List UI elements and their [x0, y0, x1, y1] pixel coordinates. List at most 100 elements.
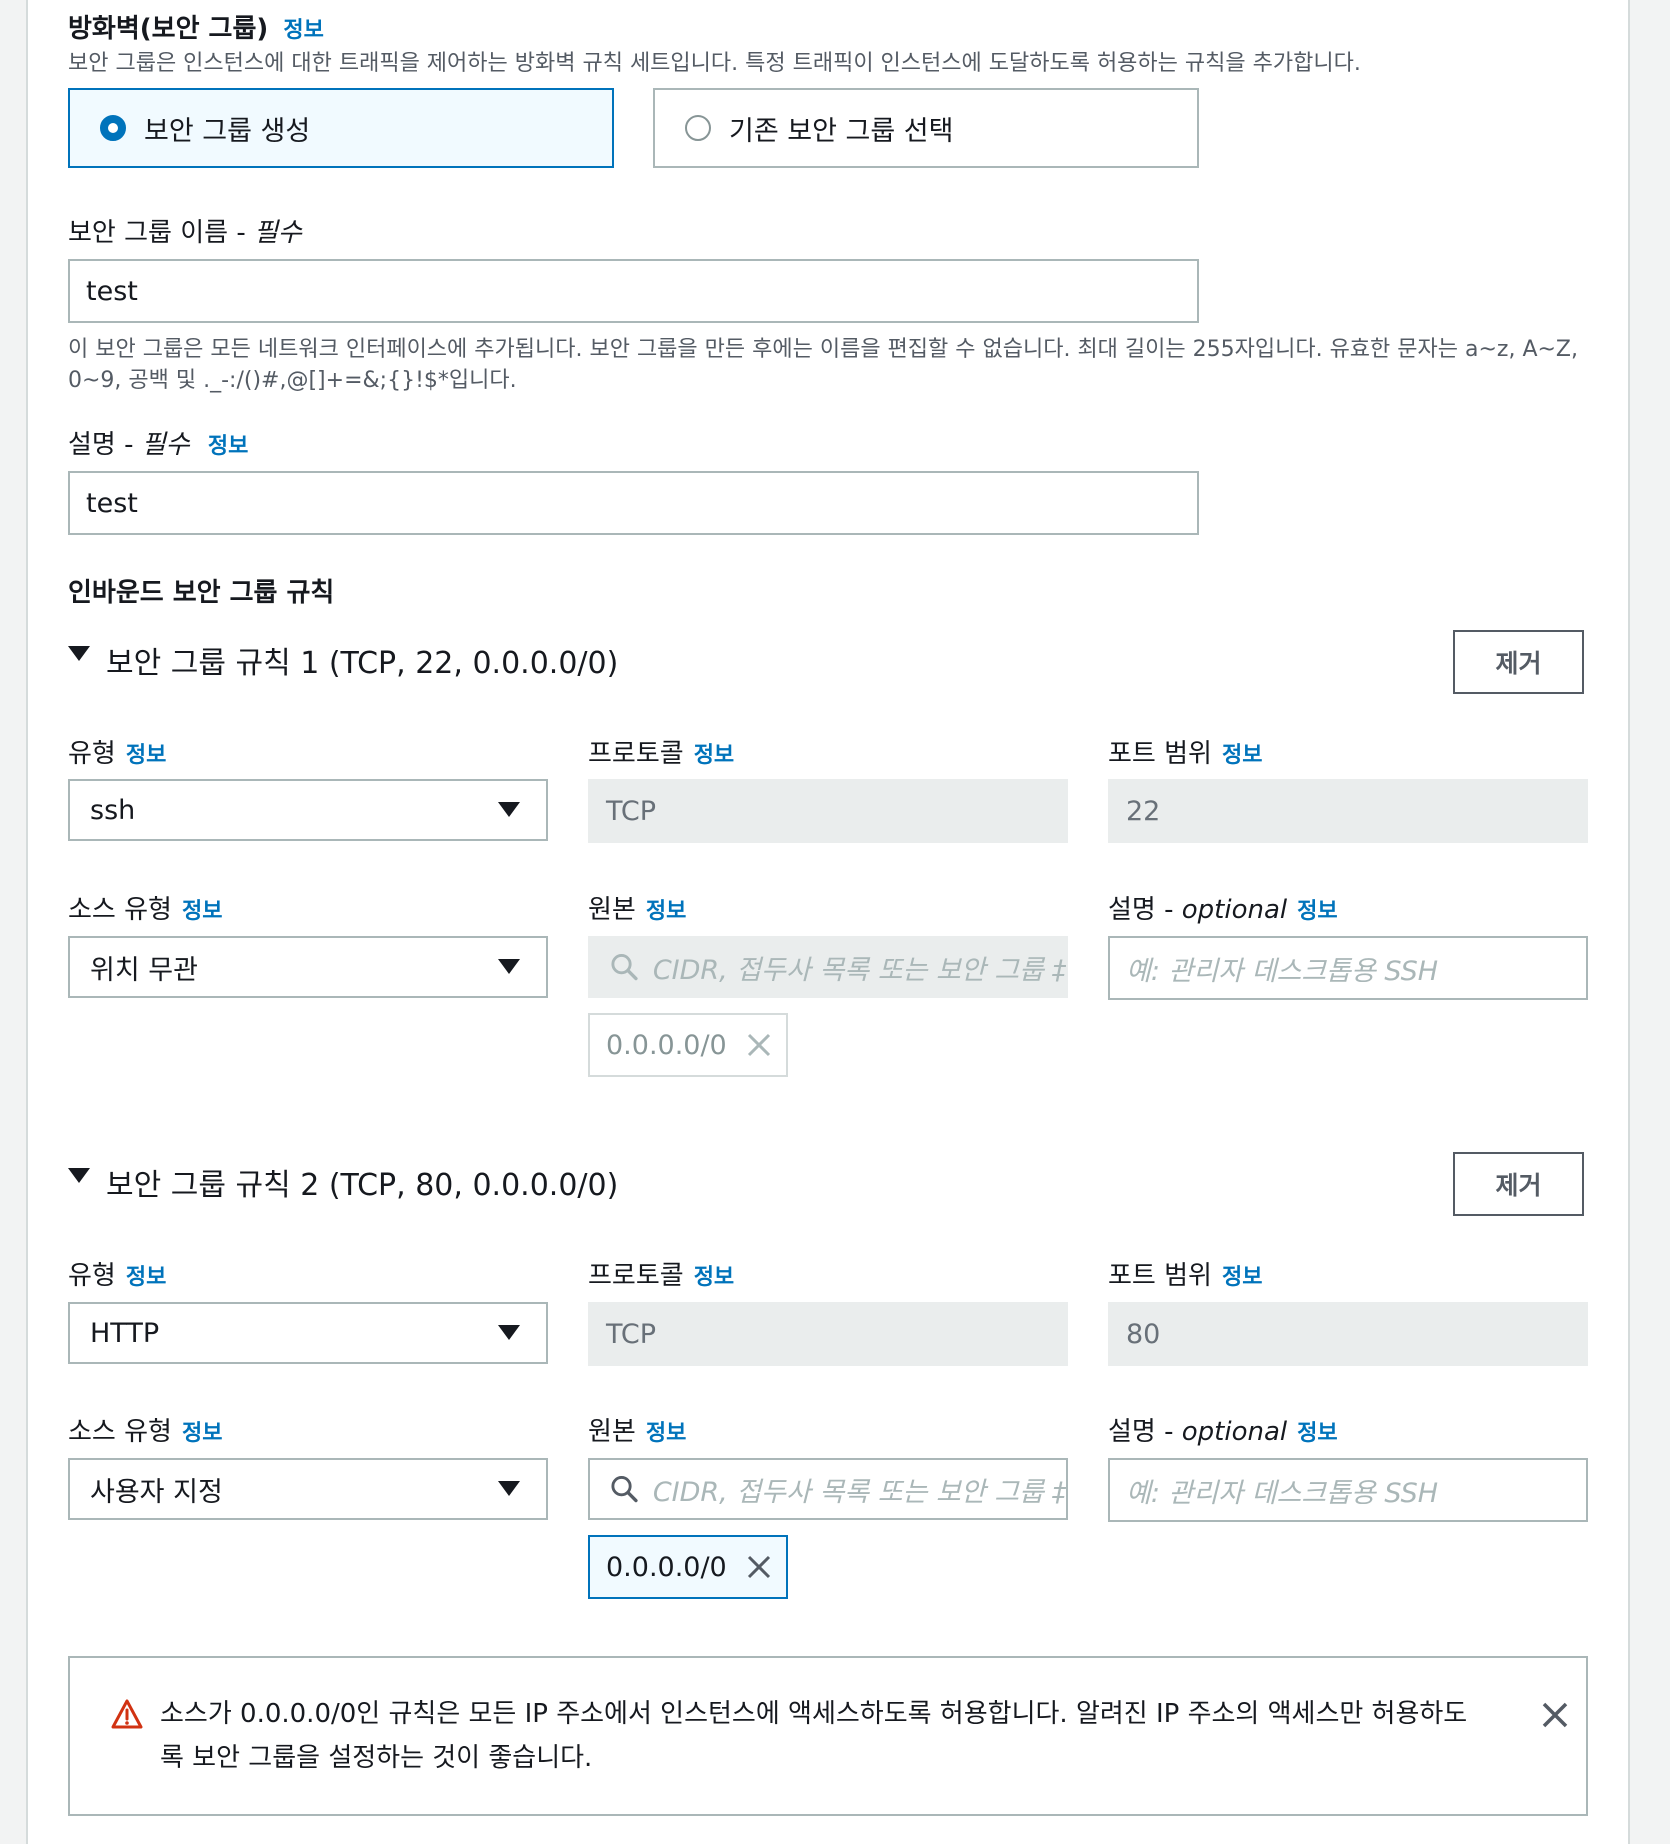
rule-1-cidr-value: 0.0.0.0/0	[606, 1029, 727, 1061]
security-group-panel: 방화벽(보안 그룹) 정보 보안 그룹은 인스턴스에 대한 트래픽을 제어하는 …	[26, 0, 1630, 1844]
optional-text: optional	[1181, 895, 1288, 925]
warning-text: 소스가 0.0.0.0/0인 규칙은 모든 IP 주소에서 인스턴스에 액세스하…	[160, 1692, 1467, 1780]
firewall-info-link[interactable]: 정보	[283, 18, 323, 43]
source-type-info-link[interactable]: 정보	[182, 899, 222, 924]
inbound-rules-title: 인바운드 보안 그룹 규칙	[68, 578, 335, 608]
rule-2-header[interactable]: 보안 그룹 규칙 2 (TCP, 80, 0.0.0.0/0)	[68, 1160, 618, 1204]
rule-1-type-label: 유형 정보	[68, 733, 166, 770]
dismiss-close-icon[interactable]	[1540, 1700, 1570, 1730]
search-icon	[611, 954, 638, 981]
rule-1-type-select[interactable]: ssh	[68, 779, 548, 841]
rule-2-source-type-select[interactable]: 사용자 지정	[68, 1458, 548, 1520]
rule-2-source-type-value: 사용자 지정	[90, 1476, 223, 1508]
sg-desc-info-link[interactable]: 정보	[208, 434, 248, 459]
port-info-link[interactable]: 정보	[1222, 1265, 1262, 1290]
existing-radio[interactable]	[685, 115, 711, 141]
desc-label-text: 설명 -	[1108, 895, 1182, 925]
source-info-link[interactable]: 정보	[646, 1421, 686, 1446]
rule-1-source-type-select[interactable]: 위치 무관	[68, 936, 548, 998]
rule-2-source-placeholder: CIDR, 접두사 목록 또는 보안 그룹 ‡	[652, 1476, 1066, 1508]
rule-1-port-label: 포트 범위 정보	[1108, 733, 1262, 770]
rule-2-title: 보안 그룹 규칙 2 (TCP, 80, 0.0.0.0/0)	[106, 1168, 619, 1203]
protocol-label-text: 프로토콜	[588, 739, 684, 769]
firewall-title: 방화벽(보안 그룹)	[68, 14, 269, 44]
rule-2-source-type-label: 소스 유형 정보	[68, 1411, 222, 1448]
rule-2-desc-placeholder: 예: 관리자 데스크톱용 SSH	[1126, 1477, 1439, 1509]
caret-down-icon	[498, 959, 520, 974]
type-label-text: 유형	[68, 1261, 116, 1291]
sg-name-hint-line1: 이 보안 그룹은 모든 네트워크 인터페이스에 추가됩니다. 보안 그룹을 만든…	[68, 337, 1578, 362]
type-label-text: 유형	[68, 739, 116, 769]
rule-1-source-placeholder: CIDR, 접두사 목록 또는 보안 그룹 ‡	[652, 954, 1066, 986]
warning-line1: 소스가 0.0.0.0/0인 규칙은 모든 IP 주소에서 인스턴스에 액세스하…	[160, 1699, 1468, 1729]
type-info-link[interactable]: 정보	[126, 1265, 166, 1290]
create-option-label: 보안 그룹 생성	[144, 115, 311, 147]
create-security-group-option[interactable]: 보안 그룹 생성	[68, 88, 614, 168]
protocol-info-link[interactable]: 정보	[694, 743, 734, 768]
warning-icon	[111, 1699, 143, 1729]
caret-down-icon	[498, 802, 520, 817]
desc-info-link[interactable]: 정보	[1297, 1421, 1337, 1446]
rule-1-description-input[interactable]: 예: 관리자 데스크톱용 SSH	[1108, 936, 1588, 1000]
desc-info-link[interactable]: 정보	[1297, 899, 1337, 924]
sg-desc-input[interactable]: test	[68, 471, 1199, 535]
rule-2-type-value: HTTP	[90, 1317, 160, 1349]
rule-1-remove-button[interactable]: 제거	[1453, 630, 1584, 694]
sg-name-input[interactable]: test	[68, 259, 1199, 323]
rule-1-protocol-label: 프로토콜 정보	[588, 733, 734, 770]
sg-desc-required: 필수	[141, 430, 190, 460]
protocol-info-link[interactable]: 정보	[694, 1265, 734, 1290]
rule-2-port-value: 80	[1126, 1318, 1161, 1350]
source-type-label-text: 소스 유형	[68, 1417, 172, 1447]
protocol-label-text: 프로토콜	[588, 1261, 684, 1291]
sg-desc-value: test	[86, 487, 138, 519]
source-label-text: 원본	[588, 1417, 636, 1447]
sg-name-label: 보안 그룹 이름 - 필수	[68, 212, 302, 249]
rule-1-source-search: CIDR, 접두사 목록 또는 보안 그룹 ‡	[588, 936, 1068, 998]
rule-2-source-search[interactable]: CIDR, 접두사 목록 또는 보안 그룹 ‡	[588, 1458, 1068, 1520]
existing-option-label: 기존 보안 그룹 선택	[729, 115, 954, 147]
rule-2-protocol-field: TCP	[588, 1302, 1068, 1366]
rule-1-port-value: 22	[1126, 795, 1161, 827]
sg-name-value: test	[86, 275, 138, 307]
rule-2-protocol-value: TCP	[606, 1318, 657, 1350]
caret-down-icon	[498, 1325, 520, 1340]
rule-2-cidr-token: 0.0.0.0/0	[588, 1535, 788, 1599]
search-icon	[611, 1476, 638, 1503]
rule-2-source-label: 원본 정보	[588, 1411, 686, 1448]
sg-desc-label: 설명 - 필수 정보	[68, 424, 248, 461]
close-icon	[747, 1033, 770, 1057]
source-label-text: 원본	[588, 895, 636, 925]
rule-1-title: 보안 그룹 규칙 1 (TCP, 22, 0.0.0.0/0)	[106, 646, 619, 681]
rule-2-cidr-value: 0.0.0.0/0	[606, 1551, 727, 1583]
port-label-text: 포트 범위	[1108, 1261, 1212, 1291]
sg-name-label-text: 보안 그룹 이름 -	[68, 218, 254, 248]
collapse-triangle-icon[interactable]	[68, 645, 90, 661]
rule-1-desc-placeholder: 예: 관리자 데스크톱용 SSH	[1126, 955, 1439, 987]
rule-2-protocol-label: 프로토콜 정보	[588, 1255, 734, 1292]
sg-name-required: 필수	[253, 218, 302, 248]
port-info-link[interactable]: 정보	[1222, 743, 1262, 768]
rule-1-desc-label: 설명 - optional 정보	[1108, 889, 1338, 926]
rule-2-remove-button[interactable]: 제거	[1453, 1152, 1584, 1216]
source-type-info-link[interactable]: 정보	[182, 1421, 222, 1446]
source-info-link[interactable]: 정보	[646, 899, 686, 924]
rule-2-type-label: 유형 정보	[68, 1255, 166, 1292]
firewall-header: 방화벽(보안 그룹) 정보	[68, 8, 324, 45]
existing-security-group-option[interactable]: 기존 보안 그룹 선택	[653, 88, 1199, 168]
firewall-description: 보안 그룹은 인스턴스에 대한 트래픽을 제어하는 방화벽 규칙 세트입니다. …	[68, 51, 1361, 76]
collapse-triangle-icon[interactable]	[68, 1167, 90, 1183]
rule-1-type-value: ssh	[90, 794, 136, 826]
rule-2-description-input[interactable]: 예: 관리자 데스크톱용 SSH	[1108, 1458, 1588, 1522]
port-label-text: 포트 범위	[1108, 739, 1212, 769]
create-radio[interactable]	[100, 115, 126, 141]
rule-1-source-type-value: 위치 무관	[90, 954, 198, 986]
rule-2-type-select[interactable]: HTTP	[68, 1302, 548, 1364]
rule-2-desc-label: 설명 - optional 정보	[1108, 1411, 1338, 1448]
rule-1-header[interactable]: 보안 그룹 규칙 1 (TCP, 22, 0.0.0.0/0)	[68, 638, 618, 682]
close-icon[interactable]	[745, 1553, 773, 1581]
type-info-link[interactable]: 정보	[126, 743, 166, 768]
sg-name-hint-line2: 0~9, 공백 및 ._-:/()#,@[]+=&;{}!$*입니다.	[68, 368, 517, 393]
source-type-label-text: 소스 유형	[68, 895, 172, 925]
caret-down-icon	[498, 1481, 520, 1496]
